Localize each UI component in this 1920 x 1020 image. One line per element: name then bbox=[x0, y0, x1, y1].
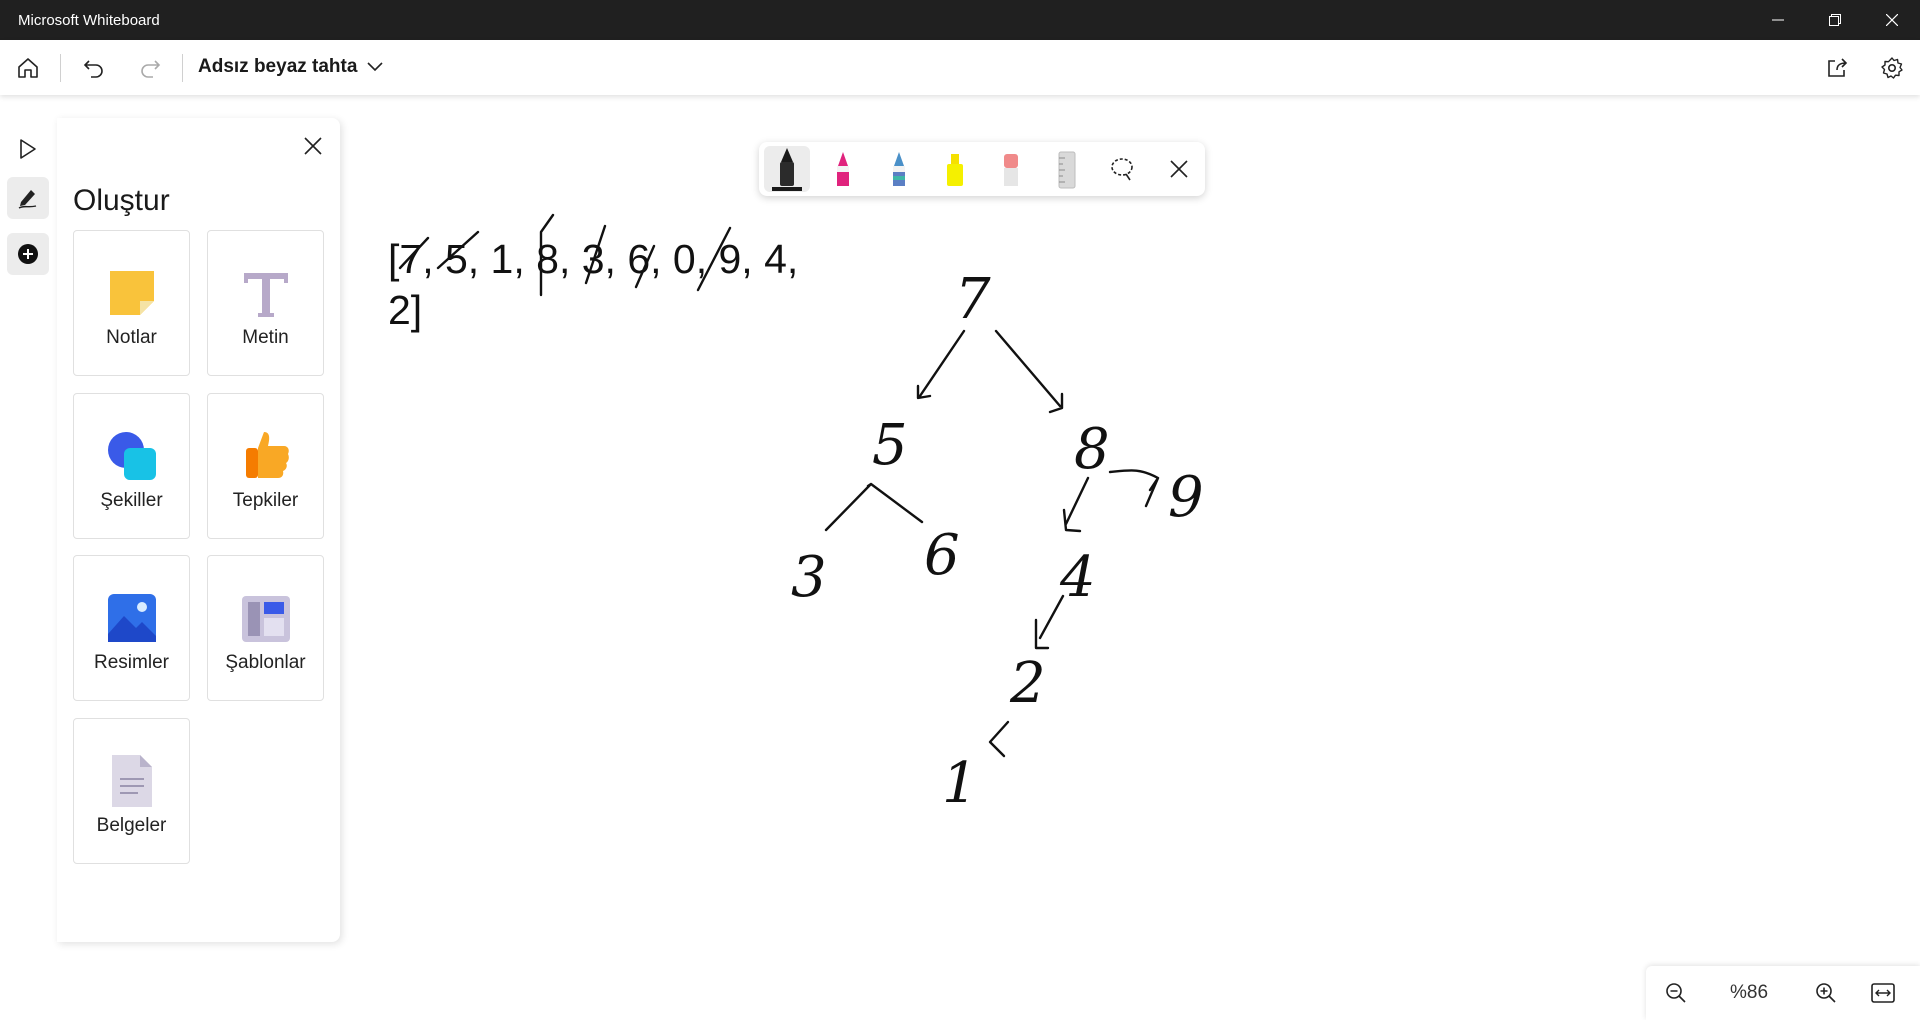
strike-mark bbox=[584, 224, 607, 285]
minimize-button[interactable] bbox=[1749, 0, 1806, 40]
tree-node: 4 bbox=[1059, 545, 1096, 610]
fit-screen-icon bbox=[1871, 983, 1895, 1003]
redo-icon bbox=[141, 60, 161, 78]
zoom-in-button[interactable] bbox=[1806, 973, 1846, 1013]
app-toolbar: Adsız beyaz tahta bbox=[0, 40, 1920, 95]
tree-edge bbox=[1034, 594, 1065, 650]
redo-button[interactable] bbox=[130, 48, 170, 88]
close-window-button[interactable] bbox=[1863, 0, 1920, 40]
toolbar-separator bbox=[60, 54, 61, 82]
fit-to-screen-button[interactable] bbox=[1863, 973, 1903, 1013]
title-bar: Microsoft Whiteboard bbox=[0, 0, 1920, 40]
share-button[interactable] bbox=[1817, 48, 1857, 88]
board-title-dropdown[interactable]: Adsız beyaz tahta bbox=[198, 56, 384, 78]
settings-button[interactable] bbox=[1872, 48, 1912, 88]
tree-node: 5 bbox=[872, 413, 908, 478]
undo-button[interactable] bbox=[74, 48, 114, 88]
whiteboard-canvas[interactable]: 7 5 8 3 6 9 4 2 1 bbox=[0, 95, 1920, 955]
tree-edge bbox=[988, 720, 1010, 758]
tree-node: 3 bbox=[791, 545, 827, 610]
strike-mark bbox=[539, 213, 555, 297]
zoom-controls: %86 bbox=[1646, 966, 1920, 1020]
zoom-level: %86 bbox=[1730, 982, 1769, 1003]
home-icon bbox=[18, 58, 38, 78]
share-icon bbox=[1828, 58, 1848, 77]
zoom-out-icon bbox=[1666, 983, 1686, 1003]
home-button[interactable] bbox=[8, 48, 48, 88]
chevron-down-icon bbox=[367, 62, 384, 72]
gear-icon bbox=[1881, 57, 1903, 79]
window-title: Microsoft Whiteboard bbox=[18, 11, 160, 29]
tree-node: 8 bbox=[1074, 417, 1110, 482]
tree-node: 1 bbox=[942, 751, 978, 816]
tree-edge bbox=[916, 329, 966, 400]
strike-mark bbox=[634, 244, 656, 289]
close-icon bbox=[1885, 14, 1898, 26]
zoom-out-button[interactable] bbox=[1656, 973, 1696, 1013]
tree-node: 7 bbox=[955, 267, 991, 332]
tree-edge bbox=[824, 482, 924, 532]
minimize-icon bbox=[1771, 19, 1784, 21]
tree-edge bbox=[1108, 469, 1160, 508]
tree-edge bbox=[994, 329, 1064, 414]
restore-icon bbox=[1828, 14, 1841, 26]
board-title: Adsız beyaz tahta bbox=[198, 56, 358, 77]
strike-mark bbox=[398, 236, 430, 270]
strike-mark bbox=[436, 230, 480, 270]
restore-button[interactable] bbox=[1806, 0, 1863, 40]
tree-node: 6 bbox=[924, 523, 960, 588]
tree-edge bbox=[1062, 476, 1090, 533]
undo-icon bbox=[83, 60, 103, 78]
zoom-in-icon bbox=[1816, 983, 1836, 1003]
window-controls bbox=[1749, 0, 1920, 40]
tree-node: 2 bbox=[1009, 651, 1046, 716]
tree-node: 9 bbox=[1168, 465, 1204, 530]
toolbar-separator bbox=[182, 54, 183, 82]
strike-mark bbox=[696, 226, 732, 292]
